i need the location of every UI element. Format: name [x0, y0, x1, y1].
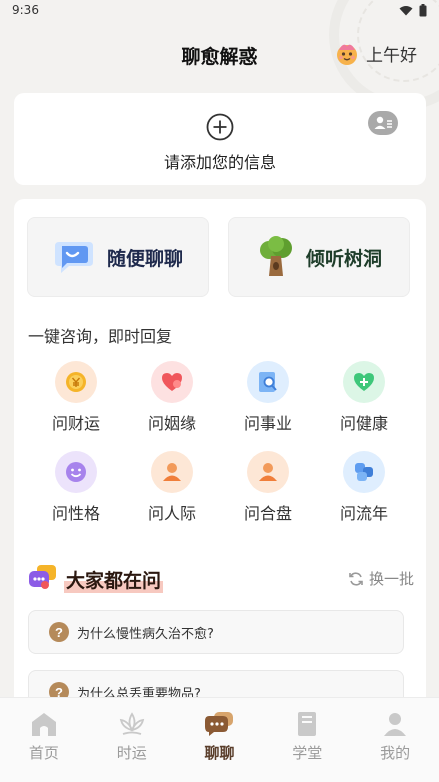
- chat-icon: [205, 712, 234, 736]
- quick-ask-health[interactable]: 问健康: [316, 361, 412, 441]
- popular-title: 大家都在问: [64, 566, 164, 593]
- quick-ask-label: 问流年: [339, 504, 388, 523]
- add-info-button[interactable]: 请添加您的信息: [14, 113, 426, 173]
- question-icon: ?: [49, 622, 69, 642]
- quick-ask-synastry[interactable]: 问合盘: [220, 451, 316, 531]
- chat-casual-label: 随便聊聊: [106, 247, 183, 270]
- nav-profile[interactable]: 我的: [351, 698, 439, 782]
- book-icon: [298, 712, 317, 736]
- flow-icon: [343, 451, 385, 493]
- chat-bubble-icon: [54, 242, 93, 273]
- quick-ask-personality[interactable]: 问性格: [28, 451, 124, 531]
- status-icons: [399, 4, 427, 17]
- quick-ask-label: 问姻缘: [147, 414, 196, 433]
- nav-label: 时运: [116, 744, 147, 762]
- status-time: 9:36: [12, 3, 39, 17]
- add-info-label: 请添加您的信息: [163, 153, 276, 172]
- quick-ask-relations[interactable]: 问人际: [124, 451, 220, 531]
- main-card: 随便聊聊 倾听树洞 一键咨询，即时回复 问财运 问姻缘 问事业 问健康 问性格 …: [14, 199, 426, 719]
- quick-ask-label: 问合盘: [243, 504, 292, 523]
- quick-ask-label: 问健康: [339, 414, 388, 433]
- tree-hole-label: 倾听树洞: [305, 247, 382, 270]
- person-icon: [151, 451, 193, 493]
- tree-hole-button[interactable]: 倾听树洞: [228, 217, 410, 297]
- group-chat-icon: [29, 565, 56, 589]
- nav-school[interactable]: 学堂: [263, 698, 351, 782]
- status-bar: 9:36: [0, 0, 439, 22]
- nav-label: 学堂: [292, 744, 323, 762]
- greeting-text: 上午好: [366, 45, 417, 66]
- question-text: 为什么慢性病久治不愈?: [77, 626, 214, 642]
- heart-icon: [151, 361, 193, 403]
- quick-ask-label: 问人际: [147, 504, 196, 523]
- nav-chat[interactable]: 聊聊: [176, 698, 264, 782]
- quick-ask-career[interactable]: 问事业: [220, 361, 316, 441]
- quick-ask-label: 问财运: [51, 414, 100, 433]
- coin-icon: [55, 361, 97, 403]
- header: 聊愈解惑 上午好: [0, 30, 439, 80]
- nav-label: 聊聊: [204, 744, 235, 762]
- mascot-icon: [337, 44, 357, 65]
- refresh-label: 换一批: [368, 570, 414, 588]
- popular-header: 大家都在问 换一批: [28, 562, 414, 593]
- greeting: 上午好: [334, 40, 417, 66]
- refresh-icon: [349, 571, 363, 586]
- smile-icon: [55, 451, 97, 493]
- nav-fortune[interactable]: 时运: [88, 698, 176, 782]
- nav-home[interactable]: 首页: [0, 698, 88, 782]
- quick-ask-wealth[interactable]: 问财运: [28, 361, 124, 441]
- person-icon: [247, 451, 289, 493]
- quick-ask-label: 问性格: [51, 504, 100, 523]
- quick-ask-heading: 一键咨询，即时回复: [28, 327, 173, 346]
- health-heart-icon: [343, 361, 385, 403]
- refresh-button[interactable]: 换一批: [348, 568, 414, 589]
- quick-ask-label: 问事业: [243, 414, 292, 433]
- add-circle-icon: [206, 113, 234, 141]
- home-icon: [31, 713, 56, 736]
- nav-label: 我的: [380, 744, 411, 762]
- bottom-nav: 首页 时运 聊聊 学堂 我的: [0, 697, 439, 782]
- tree-icon: [259, 236, 292, 276]
- profile-list-button[interactable]: [368, 111, 398, 135]
- nav-label: 首页: [28, 744, 59, 762]
- quick-ask-marriage[interactable]: 问姻缘: [124, 361, 220, 441]
- screen: 9:36 聊愈解惑 上午好 请添加您的信息 随便聊聊 倾听树洞 一键咨询，即时回…: [0, 0, 439, 782]
- quick-ask-yearly[interactable]: 问流年: [316, 451, 412, 531]
- question-item[interactable]: ? 为什么慢性病久治不愈?: [28, 610, 404, 654]
- chat-casual-button[interactable]: 随便聊聊: [27, 217, 209, 297]
- wifi-icon: [399, 6, 413, 16]
- info-card[interactable]: 请添加您的信息: [14, 93, 426, 185]
- battery-icon: [419, 4, 427, 17]
- lotus-icon: [119, 712, 144, 735]
- user-icon: [384, 713, 407, 736]
- profile-list-icon: [374, 116, 392, 129]
- search-doc-icon: [247, 361, 289, 403]
- quick-ask-grid: 问财运 问姻缘 问事业 问健康 问性格 问人际 问合盘 问流年: [28, 361, 412, 531]
